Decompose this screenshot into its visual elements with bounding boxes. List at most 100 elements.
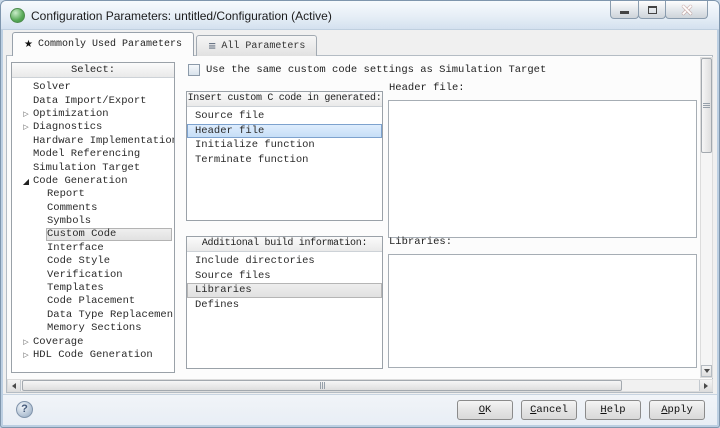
list-item-terminate-function[interactable]: Terminate function [187,153,382,168]
close-icon [682,5,692,15]
tab-all-parameters[interactable]: ≡ All Parameters [196,35,317,56]
insert-custom-code-list: Insert custom C code in generated: Sourc… [186,91,383,221]
scroll-right-icon [704,383,708,389]
ok-button[interactable]: OK [457,400,513,420]
tree-item-diagnostics[interactable]: ▷Diagnostics [12,121,174,134]
tree-item-report[interactable]: Report [12,188,174,201]
list-item-header-file[interactable]: Header file [187,124,382,139]
insert-custom-code-header: Insert custom C code in generated: [187,92,382,107]
tree-header: Select: [12,63,174,78]
horizontal-scrollbar-thumb[interactable] [22,380,622,391]
tree-item-templates[interactable]: Templates [12,282,174,295]
tab-label: All Parameters [221,41,305,52]
tree-item-label: Code Generation [32,175,172,188]
maximize-icon [648,6,657,14]
header-file-label: Header file: [389,82,465,94]
scroll-left-button[interactable] [8,380,21,391]
tree-item-hdl-code-generation[interactable]: ▷HDL Code Generation [12,349,174,362]
tree-item-label: Simulation Target [32,162,172,175]
use-same-custom-code-checkbox[interactable] [188,64,200,76]
cancel-button[interactable]: Cancel [521,400,577,420]
list-item-source-files[interactable]: Source files [187,269,382,284]
vertical-scrollbar-thumb[interactable] [701,58,712,153]
list-item-defines[interactable]: Defines [187,298,382,313]
tree-item-interface[interactable]: Interface [12,242,174,255]
footer-bar: ? OK Cancel Help Apply [3,394,717,425]
tree-item-label: HDL Code Generation [32,349,172,362]
tree-item-label: Interface [46,242,172,255]
tree-item-label: Model Referencing [32,148,172,161]
scrollbar-grip-icon [703,103,710,108]
same-settings-row: Use the same custom code settings as Sim… [188,64,546,76]
tree-item-model-referencing[interactable]: Model Referencing [12,148,174,161]
tree-item-data-type-replacement[interactable]: Data Type Replacement [12,309,174,322]
tab-label: Commonly Used Parameters [38,39,182,50]
tree-collapsed-icon[interactable]: ▷ [20,108,32,121]
scroll-down-icon [704,369,710,373]
tree-item-label: Symbols [46,215,172,228]
tree-collapsed-icon[interactable]: ▷ [20,336,32,349]
tree-item-label: Optimization [32,108,172,121]
close-button[interactable] [665,1,708,19]
window-controls [611,1,708,19]
tree-item-label: Custom Code [46,228,172,241]
tree-expanded-icon[interactable]: ◢ [20,175,32,188]
minimize-button[interactable] [610,1,639,19]
category-tree: Select: SolverData Import/Export▷Optimiz… [11,62,175,373]
libraries-textarea[interactable] [388,254,697,368]
tab-commonly-used-parameters[interactable]: ★ Commonly Used Parameters [12,32,194,56]
tree-item-data-import-export[interactable]: Data Import/Export [12,94,174,107]
tree-item-custom-code[interactable]: Custom Code [12,228,174,241]
header-file-textarea[interactable] [388,100,697,238]
window-title: Configuration Parameters: untitled/Confi… [31,9,332,23]
scroll-down-button[interactable] [701,365,712,377]
list-item-include-directories[interactable]: Include directories [187,254,382,269]
scroll-right-button[interactable] [699,380,712,391]
tree-item-memory-sections[interactable]: Memory Sections [12,322,174,335]
tree-item-optimization[interactable]: ▷Optimization [12,108,174,121]
tree-item-symbols[interactable]: Symbols [12,215,174,228]
star-icon: ★ [24,39,33,50]
vertical-scrollbar[interactable] [700,57,713,378]
insert-custom-code-items: Source fileHeader fileInitialize functio… [187,107,382,167]
tree-items: SolverData Import/Export▷Optimization▷Di… [12,78,174,362]
tree-item-verification[interactable]: Verification [12,268,174,281]
tree-item-label: Data Import/Export [32,95,172,108]
apply-button[interactable]: Apply [649,400,705,420]
simulink-config-icon [10,8,25,23]
list-item-libraries[interactable]: Libraries [187,283,382,298]
scrollbar-grip-icon [320,382,325,389]
tab-bar: ★ Commonly Used Parameters ≡ All Paramet… [12,32,317,56]
tree-item-label: Comments [46,202,172,215]
tree-item-label: Coverage [32,336,172,349]
tree-item-label: Diagnostics [32,121,172,134]
tree-collapsed-icon[interactable]: ▷ [20,349,32,362]
tree-item-comments[interactable]: Comments [12,202,174,215]
tree-item-label: Hardware Implementation [32,135,175,148]
additional-build-info-list: Additional build information: Include di… [186,236,383,369]
dialog-buttons: OK Cancel Help Apply [457,400,705,420]
tree-item-code-placement[interactable]: Code Placement [12,295,174,308]
tree-item-hardware-implementation[interactable]: Hardware Implementation [12,135,174,148]
additional-build-info-items: Include directoriesSource filesLibraries… [187,252,382,312]
list-item-initialize-function[interactable]: Initialize function [187,138,382,153]
tree-item-coverage[interactable]: ▷Coverage [12,335,174,348]
tree-item-label: Report [46,188,172,201]
tree-item-label: Verification [46,269,172,282]
tree-item-simulation-target[interactable]: Simulation Target [12,161,174,174]
tree-item-code-generation[interactable]: ◢Code Generation [12,175,174,188]
additional-build-info-header: Additional build information: [187,237,382,252]
tree-item-label: Memory Sections [46,322,172,335]
tree-item-code-style[interactable]: Code Style [12,255,174,268]
tree-item-solver[interactable]: Solver [12,81,174,94]
maximize-button[interactable] [638,1,666,19]
tree-item-label: Templates [46,282,172,295]
horizontal-scrollbar[interactable] [7,379,713,392]
minimize-icon [620,11,629,14]
help-icon[interactable]: ? [16,401,33,418]
help-button[interactable]: Help [585,400,641,420]
libraries-label: Libraries: [389,236,452,248]
list-item-source-file[interactable]: Source file [187,109,382,124]
tree-item-label: Code Placement [46,295,172,308]
tree-collapsed-icon[interactable]: ▷ [20,121,32,134]
